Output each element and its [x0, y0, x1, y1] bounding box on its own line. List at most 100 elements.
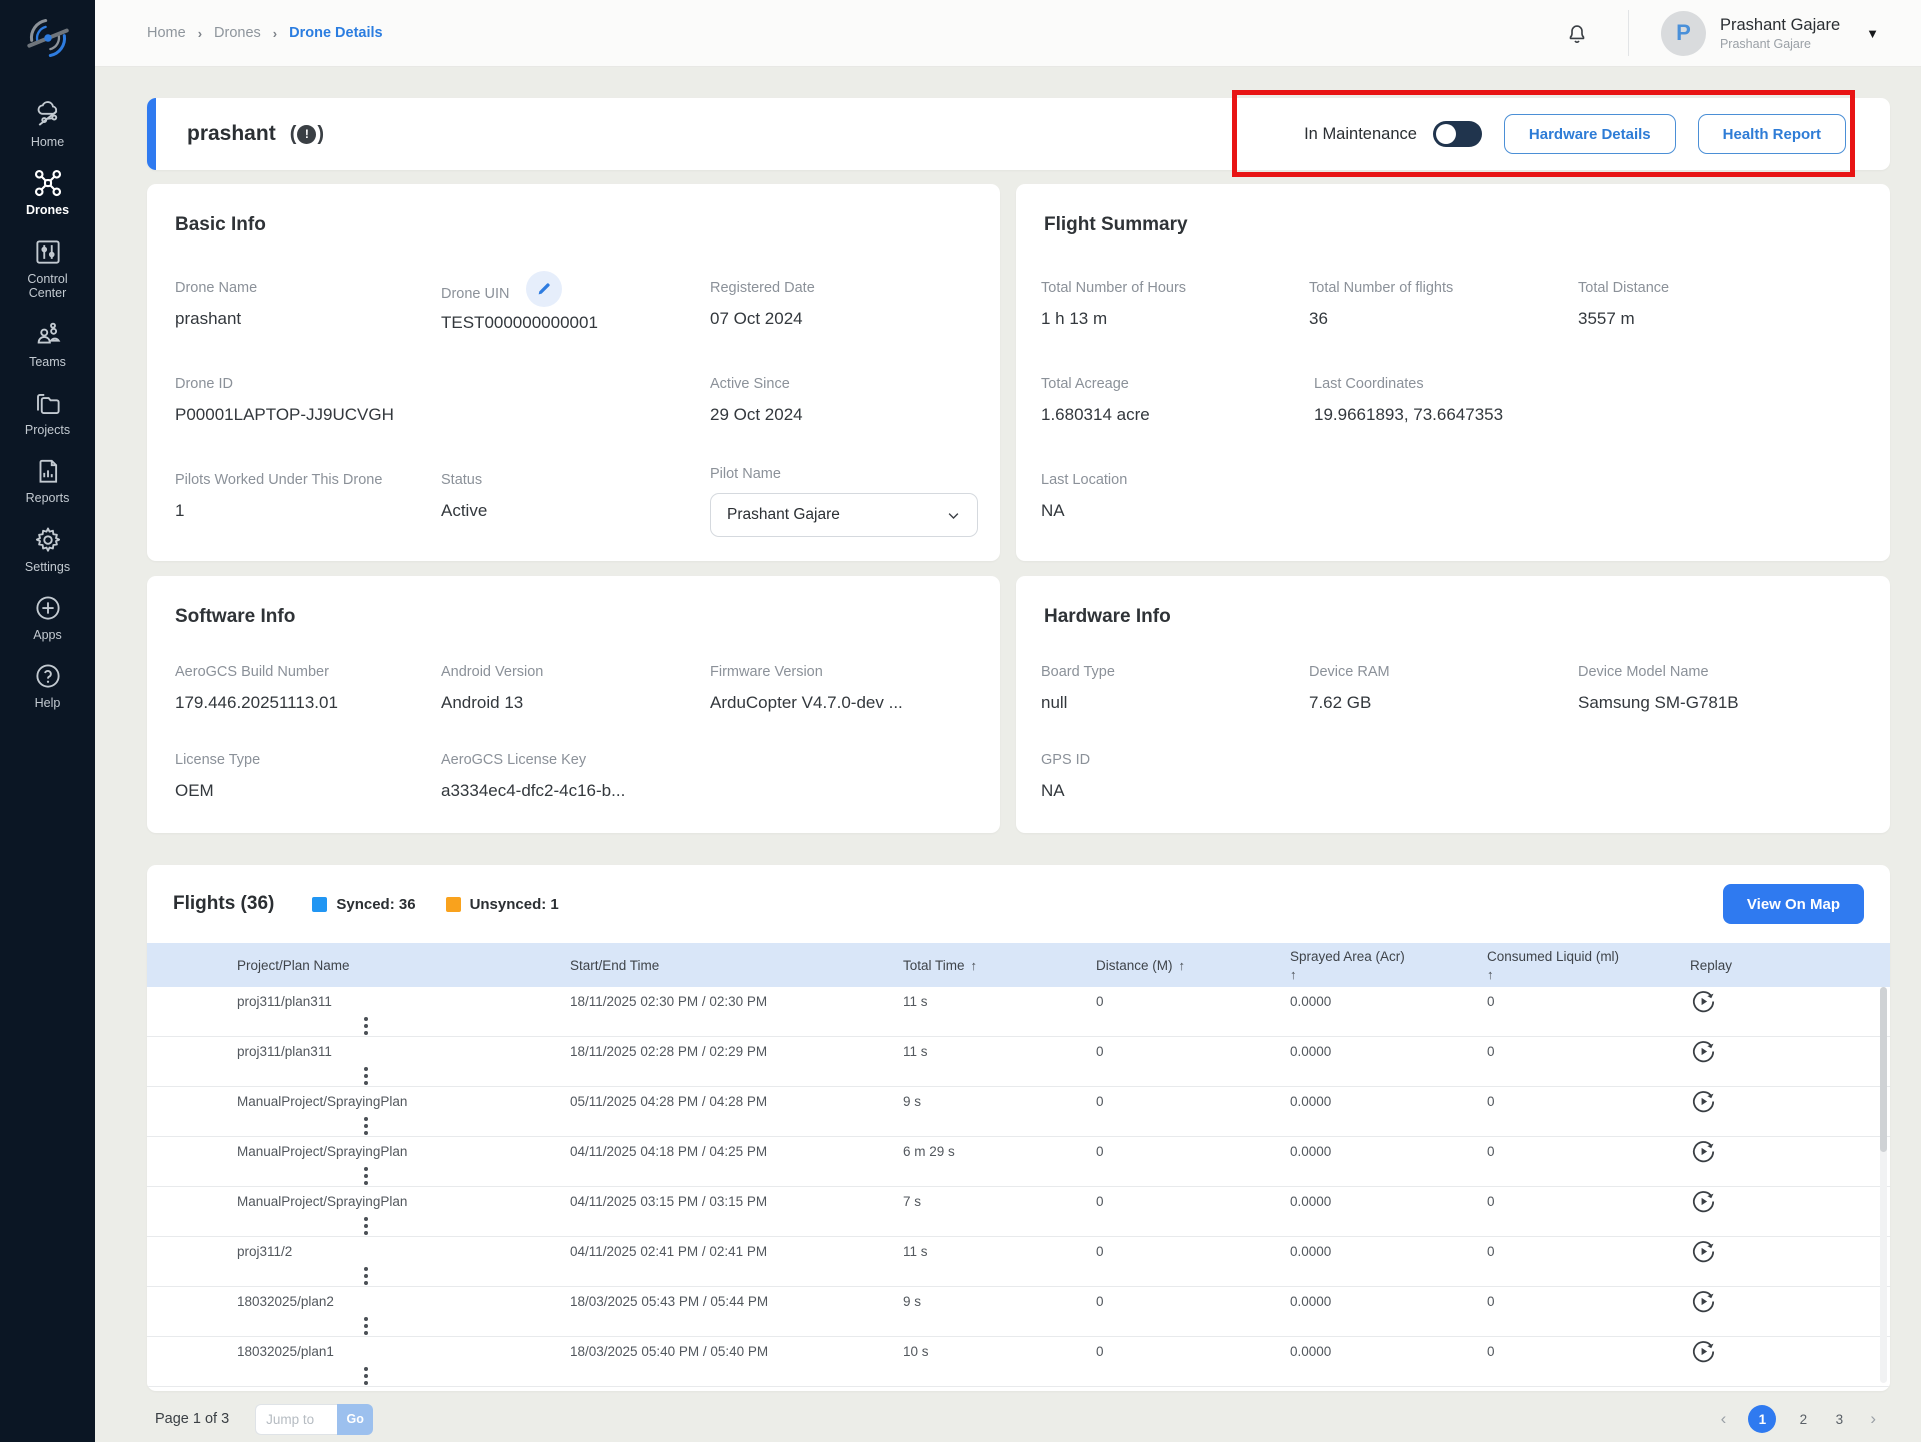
sidebar-item-home[interactable]: Home: [0, 100, 95, 149]
header-actions: In Maintenance Hardware Details Health R…: [1304, 114, 1846, 154]
next-page-icon[interactable]: ›: [1866, 1409, 1880, 1429]
sidebar-item-label: Settings: [24, 559, 71, 574]
sidebar-item-help[interactable]: Help: [0, 661, 95, 710]
breadcrumb-drones[interactable]: Drones: [214, 25, 261, 41]
info-icon[interactable]: (!): [290, 123, 324, 146]
replay-icon: [1692, 1041, 1715, 1063]
row-menu-button[interactable]: [359, 1067, 373, 1085]
hardware-info-card: Hardware Info Board Type null Device RAM…: [1016, 576, 1890, 833]
view-on-map-button[interactable]: View On Map: [1722, 884, 1864, 924]
page-button-1[interactable]: 1: [1748, 1405, 1777, 1433]
row-menu-button[interactable]: [359, 1167, 373, 1185]
field-last-location: Last Location NA: [1041, 472, 1128, 520]
col-consumed-liquid[interactable]: Consumed Liquid (ml) ↑: [1487, 949, 1690, 982]
col-sprayed-area[interactable]: Sprayed Area (Acr) ↑: [1290, 949, 1487, 982]
go-button[interactable]: Go: [337, 1403, 374, 1435]
col-project-plan-name: Project/Plan Name: [237, 957, 350, 973]
cell-distance: 0: [1096, 1344, 1104, 1359]
cell-start-end-time: 04/11/2025 04:18 PM / 04:25 PM: [570, 1144, 768, 1159]
cell-project-plan-name: proj311/plan311: [237, 1044, 332, 1059]
page-button-2[interactable]: 2: [1794, 1412, 1812, 1427]
sort-asc-icon[interactable]: ↑: [1290, 967, 1297, 982]
field-board-type: Board Type null: [1041, 664, 1115, 712]
sidebar-item-label: Teams: [29, 354, 66, 369]
app-logo[interactable]: [18, 8, 78, 68]
row-menu-button[interactable]: [359, 1017, 373, 1035]
control-center-icon: [35, 240, 60, 264]
breadcrumb-home[interactable]: Home: [147, 25, 186, 41]
cell-total-time: 11 s: [903, 1244, 928, 1259]
hardware-details-button[interactable]: Hardware Details: [1503, 114, 1676, 154]
page-button-3[interactable]: 3: [1830, 1412, 1848, 1427]
replay-button[interactable]: [1690, 1188, 1718, 1215]
table-scrollbar[interactable]: [1880, 987, 1887, 1383]
accent-bar: [147, 98, 156, 170]
maintenance-toggle[interactable]: [1432, 121, 1482, 147]
cell-sprayed-area: 0.0000: [1290, 1044, 1332, 1059]
sort-asc-icon[interactable]: ↑: [1179, 958, 1186, 973]
pencil-icon: [538, 283, 550, 295]
bell-icon: [1569, 25, 1585, 43]
replay-button[interactable]: [1690, 1288, 1718, 1315]
sidebar-item-teams[interactable]: Teams: [0, 320, 95, 369]
table-row[interactable]: ManualProject/SprayingPlan 05/11/2025 04…: [147, 1087, 1890, 1137]
breadcrumb-drone-details: Drone Details: [289, 25, 383, 41]
health-report-button[interactable]: Health Report: [1697, 114, 1846, 154]
sort-asc-icon[interactable]: ↑: [971, 958, 978, 973]
row-menu-button[interactable]: [359, 1317, 373, 1335]
replay-button[interactable]: [1690, 1338, 1718, 1365]
table-row[interactable]: ManualProject/SprayingPlan 04/11/2025 04…: [147, 1137, 1890, 1187]
col-total-time[interactable]: Total Time ↑: [903, 958, 1096, 973]
caret-down-icon[interactable]: ▼: [1866, 26, 1879, 41]
field-last-coordinates: Last Coordinates 19.9661893, 73.6647353: [1314, 376, 1504, 424]
cell-project-plan-name: ManualProject/SprayingPlan: [237, 1144, 408, 1159]
replay-button[interactable]: [1690, 1238, 1718, 1265]
cell-start-end-time: 18/11/2025 02:28 PM / 02:29 PM: [570, 1044, 768, 1059]
sidebar-item-apps[interactable]: Apps: [0, 593, 95, 642]
page-label: Page 1 of 3: [155, 1411, 230, 1427]
table-row[interactable]: proj311/2 04/11/2025 02:41 PM / 02:41 PM…: [147, 1237, 1890, 1287]
replay-button[interactable]: [1690, 1138, 1718, 1165]
row-menu-button[interactable]: [359, 1217, 373, 1235]
jump-to-input[interactable]: [255, 1403, 338, 1435]
table-row[interactable]: 18032025/plan2 18/03/2025 05:43 PM / 05:…: [147, 1287, 1890, 1337]
replay-button[interactable]: [1690, 1088, 1718, 1115]
replay-button[interactable]: [1690, 988, 1718, 1015]
cell-consumed-liquid: 0: [1487, 1044, 1495, 1059]
cell-total-time: 11 s: [903, 1044, 928, 1059]
table-row[interactable]: ManualProject/SprayingPlan 04/11/2025 03…: [147, 1187, 1890, 1237]
sidebar-item-control-center[interactable]: Control Center: [0, 237, 95, 301]
cell-consumed-liquid: 0: [1487, 1344, 1495, 1359]
user-menu[interactable]: Prashant Gajare Prashant Gajare: [1720, 16, 1840, 51]
replay-icon: [1692, 1241, 1715, 1263]
sidebar-item-label: Drones: [25, 203, 70, 218]
scrollbar-thumb[interactable]: [1880, 987, 1887, 1152]
basic-info-card: Basic Info Drone Name prashant Drone UIN…: [147, 184, 1000, 561]
pilot-name-select[interactable]: Prashant Gajare: [710, 493, 978, 537]
cell-start-end-time: 04/11/2025 02:41 PM / 02:41 PM: [570, 1244, 768, 1259]
col-replay: Replay: [1690, 957, 1733, 973]
replay-icon: [1692, 1291, 1715, 1313]
row-menu-button[interactable]: [359, 1367, 373, 1385]
avatar[interactable]: P: [1660, 10, 1706, 56]
table-row[interactable]: 18032025/plan1 18/03/2025 05:40 PM / 05:…: [147, 1337, 1890, 1387]
field-drone-name: Drone Name prashant: [175, 280, 258, 328]
cell-distance: 0: [1096, 1044, 1104, 1059]
chevron-right-icon: ›: [272, 25, 278, 41]
sidebar-item-reports[interactable]: Reports: [0, 456, 95, 505]
prev-page-icon[interactable]: ‹: [1717, 1409, 1731, 1429]
row-menu-button[interactable]: [359, 1117, 373, 1135]
sidebar-item-label: Help: [34, 696, 61, 711]
col-distance[interactable]: Distance (M) ↑: [1096, 958, 1290, 973]
edit-uin-button[interactable]: [525, 271, 562, 307]
sort-asc-icon[interactable]: ↑: [1487, 967, 1494, 982]
replay-button[interactable]: [1690, 1038, 1718, 1065]
toggle-knob: [1435, 124, 1456, 144]
notifications-button[interactable]: [1564, 20, 1590, 46]
row-menu-button[interactable]: [359, 1267, 373, 1285]
sidebar-item-projects[interactable]: Projects: [0, 388, 95, 437]
table-row[interactable]: proj311/plan311 18/11/2025 02:28 PM / 02…: [147, 1037, 1890, 1087]
sidebar-item-settings[interactable]: Settings: [0, 525, 95, 574]
table-row[interactable]: proj311/plan311 18/11/2025 02:30 PM / 02…: [147, 987, 1890, 1037]
sidebar-item-drones[interactable]: Drones: [0, 168, 95, 217]
